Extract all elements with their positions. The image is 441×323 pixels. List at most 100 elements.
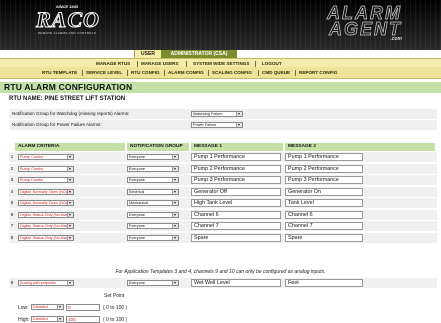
- message-2-input[interactable]: Pump 3 Performance: [285, 176, 363, 184]
- message-1-input[interactable]: Wet Well Level: [191, 279, 281, 287]
- alarm-row: 4 Digital, Normally Open (NO) Electrical Ge…: [9, 186, 437, 197]
- alarm-criteria-select[interactable]: Digital, Status-Only (No Alarms): [18, 234, 74, 241]
- page-title: RTU ALARM CONFIGURATION: [4, 82, 133, 92]
- channel-number: 8: [10, 234, 14, 240]
- message-1-input[interactable]: Generator Off: [191, 187, 281, 196]
- notification-group-select[interactable]: Everyone: [127, 223, 179, 229]
- channel-number: 4: [10, 188, 14, 194]
- tab-user[interactable]: USER: [134, 50, 162, 58]
- menu-separator: [82, 70, 83, 76]
- alarm-criteria-select[interactable]: Digital, Normally Open (NO): [18, 188, 74, 195]
- power-failure-group-select[interactable]: Power Failure: [191, 122, 243, 128]
- chevron-down-icon: [172, 224, 178, 228]
- chevron-down-icon: [172, 281, 178, 285]
- chevron-down-icon: [57, 317, 63, 321]
- notification-group-select[interactable]: Mechanical: [127, 200, 179, 206]
- channel-number: 3: [10, 177, 14, 182]
- chevron-down-icon: [172, 201, 178, 205]
- notification-group-value: Everyone: [129, 178, 146, 182]
- chevron-down-icon: [67, 178, 73, 182]
- alarm-criteria-select[interactable]: Digital, Status-Only (No Alarms): [18, 223, 74, 229]
- header-message-2: MESSAGE 2: [285, 143, 435, 151]
- message-1-input[interactable]: Pump 2 Performance: [191, 164, 281, 173]
- notification-group-select[interactable]: Everyone: [127, 165, 179, 172]
- power-failure-notification-row: Notification Group for Power Failure Ala…: [9, 120, 437, 130]
- low-setpoint-state-value: Disabled: [33, 305, 48, 309]
- chevron-down-icon: [67, 155, 73, 159]
- notification-group-value: Mechanical: [129, 201, 149, 205]
- chevron-down-icon: [67, 212, 73, 217]
- alarm-criteria-value: Pump Combo: [20, 155, 44, 159]
- alarm-criteria-value: Digital, Normally Open (NO): [20, 201, 68, 205]
- chevron-down-icon: [172, 189, 178, 194]
- analog-note: For Application Templates 3 and 4, chann…: [115, 269, 326, 275]
- notification-group-select[interactable]: Everyone: [127, 211, 179, 218]
- notification-group-select[interactable]: Everyone: [127, 234, 179, 241]
- alarm-criteria-value: Digital, Normally Open (NO): [20, 189, 68, 194]
- low-setpoint-state-select[interactable]: Disabled: [31, 304, 64, 310]
- alarm-criteria-select[interactable]: Digital, Normally Open (NO): [18, 200, 74, 206]
- message-2-input[interactable]: Pump 1 Performance: [285, 153, 363, 161]
- high-setpoint-range: ( 0 to 100 ): [103, 317, 128, 323]
- message-2-input[interactable]: Tank Level: [285, 199, 363, 207]
- alarm-criteria-select[interactable]: Analog with setpoints: [18, 280, 74, 286]
- message-1-input[interactable]: Spare: [191, 233, 281, 242]
- submenu-service-level[interactable]: SERVICE LEVEL: [86, 67, 122, 78]
- watchdog-notification-label: Notification Group for Watchdog (missing…: [12, 111, 130, 116]
- message-1-input[interactable]: Pump 1 Performance: [191, 153, 281, 161]
- notification-group-value: Everyone: [129, 166, 146, 171]
- page-title-bar: RTU ALARM CONFIGURATION: [0, 82, 441, 93]
- rtu-name: RTU NAME: PINE STREET LIFT STATION: [9, 96, 126, 102]
- chevron-down-icon: [172, 178, 178, 182]
- setpoint-label: Set Point: [104, 293, 125, 299]
- watchdog-group-select[interactable]: Watchdog Failure: [191, 111, 243, 117]
- alarm-row: 2 Pump Combo Everyone Pump 2 Performance Pum…: [9, 163, 437, 174]
- chevron-down-icon: [57, 305, 63, 309]
- alarm-criteria-select[interactable]: Pump Combo: [18, 154, 74, 160]
- message-1-input[interactable]: High Tank Level: [191, 199, 281, 207]
- submenu-rtu-config[interactable]: RTU CONFIG: [131, 67, 160, 78]
- low-setpoint-label: Low:: [18, 305, 29, 311]
- alarm-criteria-value: Analog with setpoints: [20, 281, 56, 285]
- power-failure-notification-label: Notification Group for Power Failure Ala…: [12, 122, 102, 127]
- submenu-rtu-template[interactable]: RTU TEMPLATE: [42, 67, 77, 78]
- alarm-criteria-select[interactable]: Digital, Status-Only (No Alarms): [18, 211, 74, 218]
- alarm-criteria-select[interactable]: Pump Combo: [18, 165, 74, 172]
- chevron-down-icon: [67, 235, 73, 240]
- chevron-down-icon: [172, 166, 178, 171]
- message-1-input[interactable]: Channel 7: [191, 222, 281, 230]
- submenu-scaling-config[interactable]: SCALING CONFIG: [212, 67, 252, 78]
- submenu-alarm-config[interactable]: ALARM CONFIG: [168, 67, 204, 78]
- alarm-table-header: ALARM CRITERIA NOTIFICATION GROUP MESSAG…: [15, 143, 435, 151]
- raco-logo: SINCE 1945 RACO REMOTE ALARMS AND CONTRO…: [30, 4, 104, 38]
- menu-separator: [258, 70, 259, 76]
- message-2-input[interactable]: Channel 6: [285, 210, 363, 219]
- submenu-cmd-queue[interactable]: CMD QUEUE: [262, 67, 290, 78]
- raco-wordmark: RACO: [36, 7, 100, 32]
- notification-group-select[interactable]: Everyone: [127, 177, 179, 183]
- message-2-input[interactable]: Channel 7: [285, 222, 363, 230]
- alarm-criteria-select[interactable]: Pump Combo: [18, 177, 74, 183]
- message-2-input[interactable]: Pump 2 Performance: [285, 164, 363, 173]
- notification-group-value: Everyone: [129, 235, 146, 240]
- message-1-input[interactable]: Pump 3 Performance: [191, 176, 281, 184]
- chevron-down-icon: [172, 155, 178, 159]
- alarm-row-analog: 9 Analog with setpoints Everyone Wet Wel…: [9, 278, 437, 288]
- submenu-report-config[interactable]: REPORT CONFIG: [299, 67, 337, 78]
- notification-group-select[interactable]: Electrical: [127, 188, 179, 195]
- chevron-down-icon: [172, 212, 178, 217]
- app-header: SINCE 1945 RACO REMOTE ALARMS AND CONTRO…: [0, 0, 441, 50]
- message-1-input[interactable]: Channel 6: [191, 210, 281, 219]
- message-2-input[interactable]: Spare: [285, 233, 363, 242]
- notification-group-select[interactable]: Everyone: [127, 280, 179, 286]
- low-setpoint-input[interactable]: 0: [66, 304, 100, 311]
- tab-administrator[interactable]: ADMINISTRATOR (CSA): [161, 50, 237, 58]
- high-setpoint-state-value: Disabled: [33, 317, 48, 321]
- channel-number: 9: [10, 280, 14, 285]
- high-setpoint-state-select[interactable]: Disabled: [31, 316, 64, 322]
- notification-group-select[interactable]: Everyone: [127, 154, 179, 160]
- message-2-input[interactable]: Generator On: [285, 187, 363, 196]
- header-message-1: MESSAGE 1: [191, 143, 283, 151]
- message-2-input[interactable]: Feet: [285, 279, 363, 287]
- high-setpoint-label: High:: [18, 317, 30, 323]
